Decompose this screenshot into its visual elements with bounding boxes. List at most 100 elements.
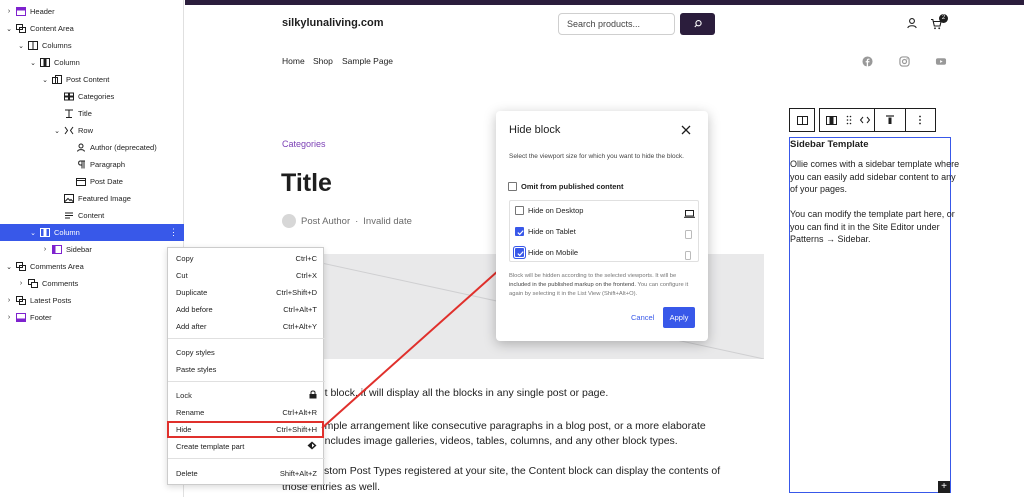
menu-item-paste-styles[interactable]: Paste styles [168, 361, 325, 377]
list-view-panel: › Header ⌄ Content Area ⌄ Columns ⌄ Column ⌄ Post… [0, 0, 184, 497]
site-title[interactable]: silkylunaliving.com [282, 17, 383, 29]
options-icon[interactable]: ⋮ [169, 227, 178, 238]
menu-item-hide[interactable]: Hide Ctrl+Shift+H [168, 421, 325, 437]
drag-handle[interactable] [842, 115, 856, 125]
account-icon[interactable] [906, 17, 918, 29]
hide-mobile-checkbox[interactable] [515, 248, 524, 257]
list-view-item-row[interactable]: ⌄ Row [0, 122, 184, 139]
expand-chevron-icon[interactable]: ⌄ [29, 59, 37, 67]
list-view-item-featured-image[interactable]: Featured Image [0, 190, 184, 207]
omit-checkbox[interactable] [508, 182, 517, 191]
menu-item-shortcut: Shift+Alt+Z [279, 468, 317, 478]
menu-item-label: Cut [176, 270, 188, 280]
expand-chevron-icon[interactable]: › [41, 246, 49, 253]
list-view-item-label: Row [78, 126, 94, 135]
nav-sample-page[interactable]: Sample Page [342, 56, 393, 66]
sidebar-template-heading[interactable]: Sidebar Template [790, 139, 869, 150]
menu-item-create-template-part[interactable]: Create template part [168, 438, 325, 454]
list-view-item-column[interactable]: ⌄ Column [0, 54, 184, 71]
expand-chevron-icon[interactable]: ⌄ [5, 25, 13, 33]
list-view-item-comments-area[interactable]: ⌄ Comments Area [0, 258, 184, 275]
post-title[interactable]: Title [281, 169, 332, 198]
menu-item-shortcut: Ctrl+Shift+H [276, 424, 317, 434]
list-view-item-label: Featured Image [78, 194, 131, 203]
note-text: Block will be hidden according to the se… [509, 273, 677, 279]
cancel-button[interactable]: Cancel [631, 313, 654, 322]
list-view-item-paragraph[interactable]: Paragraph [0, 156, 184, 173]
menu-item-rename[interactable]: Rename Ctrl+Alt+R [168, 404, 325, 420]
expand-chevron-icon[interactable]: › [5, 297, 13, 304]
menu-item-duplicate[interactable]: Duplicate Ctrl+Shift+D [168, 284, 325, 300]
sidebar-template-paragraph[interactable]: Ollie comes with a sidebar template wher… [790, 158, 960, 196]
list-view-item-footer[interactable]: › Footer [0, 309, 184, 326]
list-view-item-post-date[interactable]: Post Date [0, 173, 184, 190]
nav-shop[interactable]: Shop [313, 56, 333, 66]
menu-item-copy-styles[interactable]: Copy styles [168, 344, 325, 360]
nav-home[interactable]: Home [282, 56, 305, 66]
instagram-icon[interactable] [899, 56, 910, 67]
menu-item-delete[interactable]: Delete Shift+Alt+Z [168, 465, 325, 481]
expand-chevron-icon[interactable]: ⌄ [53, 127, 61, 135]
menu-item-shortcut: Ctrl+Alt+Y [282, 321, 317, 331]
list-view-item-comments[interactable]: › Comments [0, 275, 184, 292]
list-view-item-categories[interactable]: Categories [0, 88, 184, 105]
menu-item-copy[interactable]: Copy Ctrl+C [168, 250, 325, 266]
expand-chevron-icon[interactable]: › [5, 314, 13, 321]
group-icon [16, 296, 26, 305]
search-button[interactable] [680, 13, 715, 35]
move-buttons[interactable] [856, 116, 874, 124]
menu-item-lock[interactable]: Lock [168, 387, 325, 403]
list-view-item-author-deprecated[interactable]: Author (deprecated) [0, 139, 184, 156]
hide-tablet-checkbox[interactable] [515, 227, 524, 236]
close-icon[interactable] [680, 124, 692, 136]
list-view-item-columns[interactable]: ⌄ Columns [0, 37, 184, 54]
post-author[interactable]: Post Author [301, 216, 350, 227]
menu-item-label: Duplicate [176, 287, 208, 297]
expand-chevron-icon[interactable]: ⌄ [29, 229, 37, 237]
expand-chevron-icon[interactable]: ⌄ [41, 76, 49, 84]
search-input[interactable]: Search products... [558, 13, 675, 35]
list-view-item-column[interactable]: ⌄ Column ⋮ [0, 224, 184, 241]
menu-item-add-after[interactable]: Add after Ctrl+Alt+Y [168, 318, 325, 334]
post-categories[interactable]: Categories [282, 139, 326, 149]
hide-desktop-checkbox[interactable] [515, 206, 524, 215]
content-paragraph[interactable]: e any Custom Post Types registered at yo… [282, 463, 720, 479]
column-icon [40, 228, 50, 237]
facebook-icon[interactable] [862, 56, 873, 67]
list-view-item-label: Categories [78, 92, 115, 101]
add-block-button[interactable]: + [938, 481, 950, 493]
list-view-item-label: Column [54, 58, 80, 67]
sidebar-template-paragraph[interactable]: You can modify the template part here, o… [790, 208, 960, 246]
list-view-item-header[interactable]: › Header [0, 3, 184, 20]
list-view-item-content-area[interactable]: ⌄ Content Area [0, 20, 184, 37]
block-options-button[interactable] [906, 115, 934, 125]
list-view-item-post-content[interactable]: ⌄ Post Content [0, 71, 184, 88]
apply-button[interactable]: Apply [663, 307, 695, 328]
block-type-button[interactable] [820, 115, 842, 125]
list-view-item-label: Column [54, 228, 80, 237]
vertical-align-button[interactable] [875, 115, 905, 125]
list-view-item-content[interactable]: Content [0, 207, 184, 224]
select-parent-button[interactable] [790, 115, 814, 125]
expand-chevron-icon[interactable]: ⌄ [5, 263, 13, 271]
menu-item-label: Lock [176, 390, 192, 400]
expand-chevron-icon[interactable]: ⌄ [17, 42, 25, 50]
list-view-item-label: Header [30, 7, 55, 16]
content-paragraph[interactable]: nt be a simple arrangement like consecut… [282, 418, 706, 434]
youtube-icon[interactable] [935, 56, 947, 67]
expand-chevron-icon[interactable]: › [17, 280, 25, 287]
content-paragraph[interactable]: tion that includes image galleries, vide… [282, 433, 678, 449]
menu-item-add-before[interactable]: Add before Ctrl+Alt+T [168, 301, 325, 317]
list-view-item-latest-posts[interactable]: › Latest Posts [0, 292, 184, 309]
menu-item-shortcut: Ctrl+C [295, 253, 317, 263]
list-view-item-title[interactable]: Title [0, 105, 184, 122]
menu-item-cut[interactable]: Cut Ctrl+X [168, 267, 325, 283]
list-view-item-sidebar[interactable]: › Sidebar [0, 241, 184, 258]
post-date-icon [76, 177, 86, 186]
expand-chevron-icon[interactable]: › [5, 8, 13, 15]
post-date[interactable]: Invalid date [363, 216, 412, 227]
content-icon [64, 211, 74, 220]
column-icon [40, 58, 50, 67]
drag-handle-icon [846, 115, 852, 125]
content-paragraph[interactable]: e Content block, it will display all the… [282, 385, 608, 401]
